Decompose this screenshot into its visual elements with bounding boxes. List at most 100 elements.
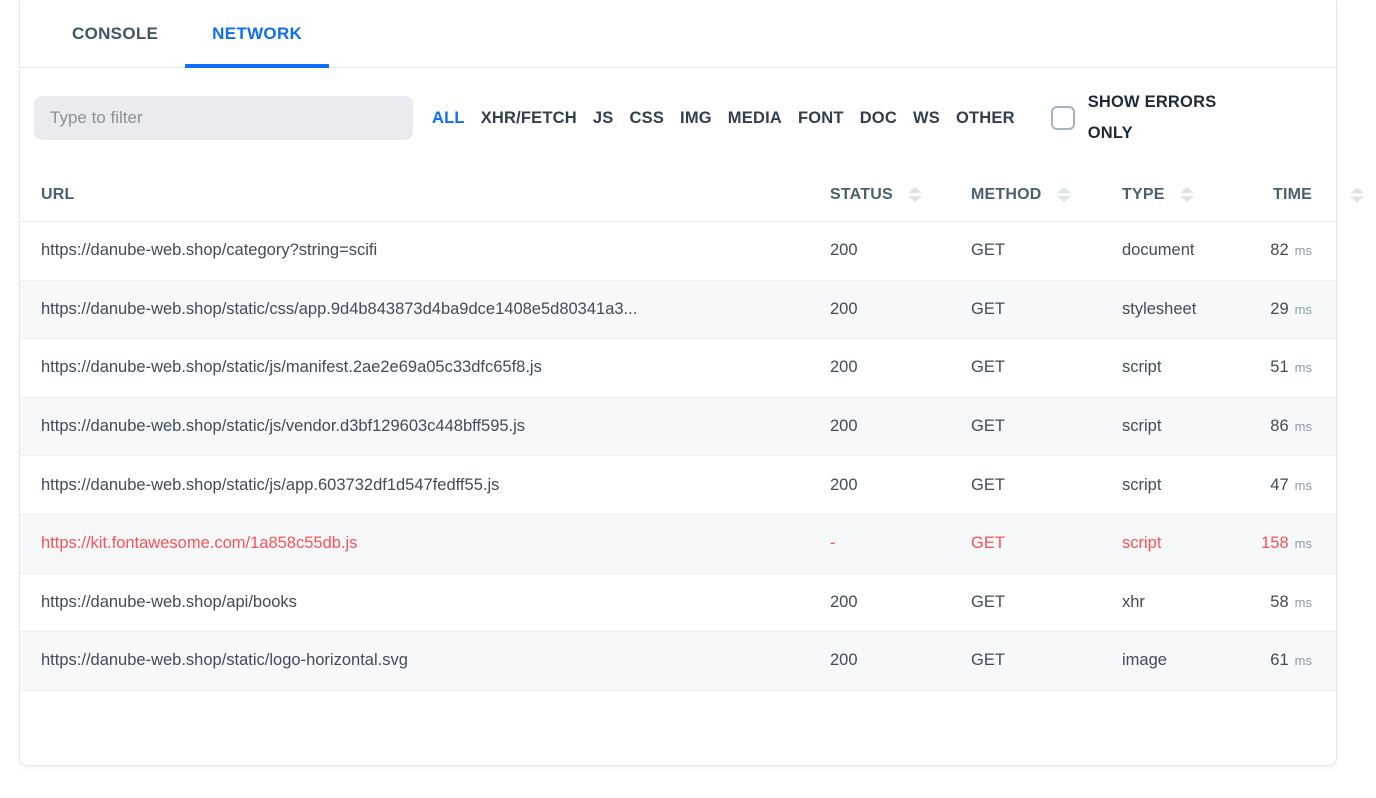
sort-down-arrow <box>908 196 922 202</box>
request-url: https://danube-web.shop/static/js/app.60… <box>20 476 830 495</box>
type-filter-doc[interactable]: DOC <box>860 109 897 128</box>
request-type: image <box>1122 651 1242 670</box>
request-time: 86ms <box>1242 417 1336 436</box>
request-url: https://danube-web.shop/static/css/app.9… <box>20 300 830 319</box>
sort-down-arrow <box>1180 196 1194 202</box>
request-url: https://danube-web.shop/static/js/manife… <box>20 358 830 377</box>
sort-icon[interactable] <box>1180 187 1194 202</box>
request-status: - <box>830 534 971 553</box>
type-filter-font[interactable]: FONT <box>798 109 844 128</box>
request-time: 61 ms <box>1242 651 1336 670</box>
type-filter-xhr-fetch[interactable]: XHR/FETCH <box>481 109 577 128</box>
column-header-label: URL <box>41 186 74 203</box>
request-time-unit: ms <box>1295 478 1312 493</box>
request-time: 58 ms <box>1242 593 1336 612</box>
request-time-unit: ms <box>1295 360 1312 375</box>
request-time-value: 86 <box>1270 417 1288 436</box>
request-method: GET <box>971 417 1122 436</box>
table-header: URL STATUS METHOD TYPE TIME <box>20 168 1336 222</box>
column-header-time[interactable]: TIME <box>1242 186 1336 204</box>
column-header-method[interactable]: METHOD <box>971 186 1122 204</box>
type-filter-media[interactable]: MEDIA <box>728 109 782 128</box>
column-header-type[interactable]: TYPE <box>1122 186 1242 204</box>
request-time-unit: ms <box>1295 243 1312 258</box>
table-row[interactable]: https://danube-web.shop/static/js/manife… <box>20 339 1336 398</box>
request-type: document <box>1122 241 1242 260</box>
sort-up-arrow <box>908 187 922 193</box>
request-time-value: 82 <box>1270 241 1288 260</box>
request-type: xhr <box>1122 593 1242 612</box>
request-type: script <box>1122 534 1242 553</box>
show-errors-checkbox[interactable] <box>1051 106 1075 130</box>
request-time-unit: ms <box>1295 595 1312 610</box>
table-row[interactable]: https://danube-web.shop/static/css/app.9… <box>20 281 1336 340</box>
request-status: 200 <box>830 241 971 260</box>
sort-icon[interactable] <box>1350 187 1364 202</box>
request-time-value: 47 <box>1270 476 1288 495</box>
tab-network[interactable]: NETWORK <box>185 0 329 67</box>
show-errors-label: SHOW ERRORS ONLY <box>1088 87 1238 149</box>
request-time: 29 ms <box>1242 300 1336 319</box>
request-time: 158 ms <box>1242 534 1336 553</box>
request-status: 200 <box>830 358 971 377</box>
table-row[interactable]: https://danube-web.shop/category?string=… <box>20 222 1336 281</box>
request-method: GET <box>971 476 1122 495</box>
type-filter-group: ALL XHR/FETCH JS CSS IMG MEDIA FONT DOC WS OTHER <box>432 109 1015 128</box>
request-type: script <box>1122 358 1242 377</box>
column-header-label: STATUS <box>830 186 893 204</box>
column-header-label: TYPE <box>1122 186 1165 204</box>
sort-icon[interactable] <box>1057 187 1071 202</box>
request-method: GET <box>971 300 1122 319</box>
tab-console[interactable]: CONSOLE <box>45 0 185 67</box>
sort-down-arrow <box>1057 196 1071 202</box>
table-body: https://danube-web.shop/category?string=… <box>20 222 1336 691</box>
request-method: GET <box>971 241 1122 260</box>
request-status: 200 <box>830 417 971 436</box>
request-url: https://danube-web.shop/category?string=… <box>20 241 830 260</box>
request-method: GET <box>971 534 1122 553</box>
request-url: https://danube-web.shop/static/logo-hori… <box>20 651 830 670</box>
request-time-value: 61 <box>1270 651 1288 670</box>
table-row[interactable]: https://danube-web.shop/api/books200GETx… <box>20 574 1336 633</box>
table-row[interactable]: https://danube-web.shop/static/js/vendor… <box>20 398 1336 457</box>
type-filter-css[interactable]: CSS <box>630 109 665 128</box>
request-url: https://danube-web.shop/static/js/vendor… <box>20 417 830 436</box>
sort-up-arrow <box>1180 187 1194 193</box>
table-row[interactable]: https://danube-web.shop/static/js/app.60… <box>20 456 1336 515</box>
request-method: GET <box>971 358 1122 377</box>
request-type: script <box>1122 476 1242 495</box>
request-time: 47 ms <box>1242 476 1336 495</box>
type-filter-js[interactable]: JS <box>593 109 614 128</box>
column-header-status[interactable]: STATUS <box>830 186 971 204</box>
request-time: 51 ms <box>1242 358 1336 377</box>
table-row[interactable]: https://kit.fontawesome.com/1a858c55db.j… <box>20 515 1336 574</box>
type-filter-img[interactable]: IMG <box>680 109 712 128</box>
filter-input[interactable] <box>34 96 413 140</box>
column-header-label: METHOD <box>971 186 1042 204</box>
request-method: GET <box>971 651 1122 670</box>
request-time: 82 ms <box>1242 241 1336 260</box>
column-header-url: URL <box>20 186 830 204</box>
request-time-value: 158 <box>1261 534 1289 553</box>
filter-bar: ALLXHR/FETCHJSCSSIMGMEDIAFONTDOCWSOTHER … <box>20 68 1336 168</box>
request-status: 200 <box>830 300 971 319</box>
request-time-value: 58 <box>1270 593 1288 612</box>
type-filter-all[interactable]: ALL <box>432 109 465 128</box>
request-time-unit: ms <box>1295 536 1312 551</box>
show-errors-toggle[interactable]: SHOW ERRORS ONLY <box>1051 87 1238 149</box>
request-method: GET <box>971 593 1122 612</box>
request-time-unit: ms <box>1295 302 1312 317</box>
tab-bar: CONSOLENETWORK <box>20 0 1336 68</box>
table-row[interactable]: https://danube-web.shop/static/logo-hori… <box>20 632 1336 691</box>
type-filter-ws[interactable]: WS <box>913 109 940 128</box>
request-url: https://danube-web.shop/api/books <box>20 593 830 612</box>
request-time-value: 51 <box>1270 358 1288 377</box>
sort-icon[interactable] <box>908 187 922 202</box>
type-filter-other[interactable]: OTHER <box>956 109 1015 128</box>
sort-down-arrow <box>1350 196 1364 202</box>
network-panel: CONSOLENETWORK ALL XHR/FETCH JS CSS IMG MEDIA… <box>19 0 1337 766</box>
request-time-unit: ms <box>1295 653 1312 668</box>
request-status: 200 <box>830 651 971 670</box>
request-time-value: 29 <box>1270 300 1288 319</box>
request-type: script <box>1122 417 1242 436</box>
